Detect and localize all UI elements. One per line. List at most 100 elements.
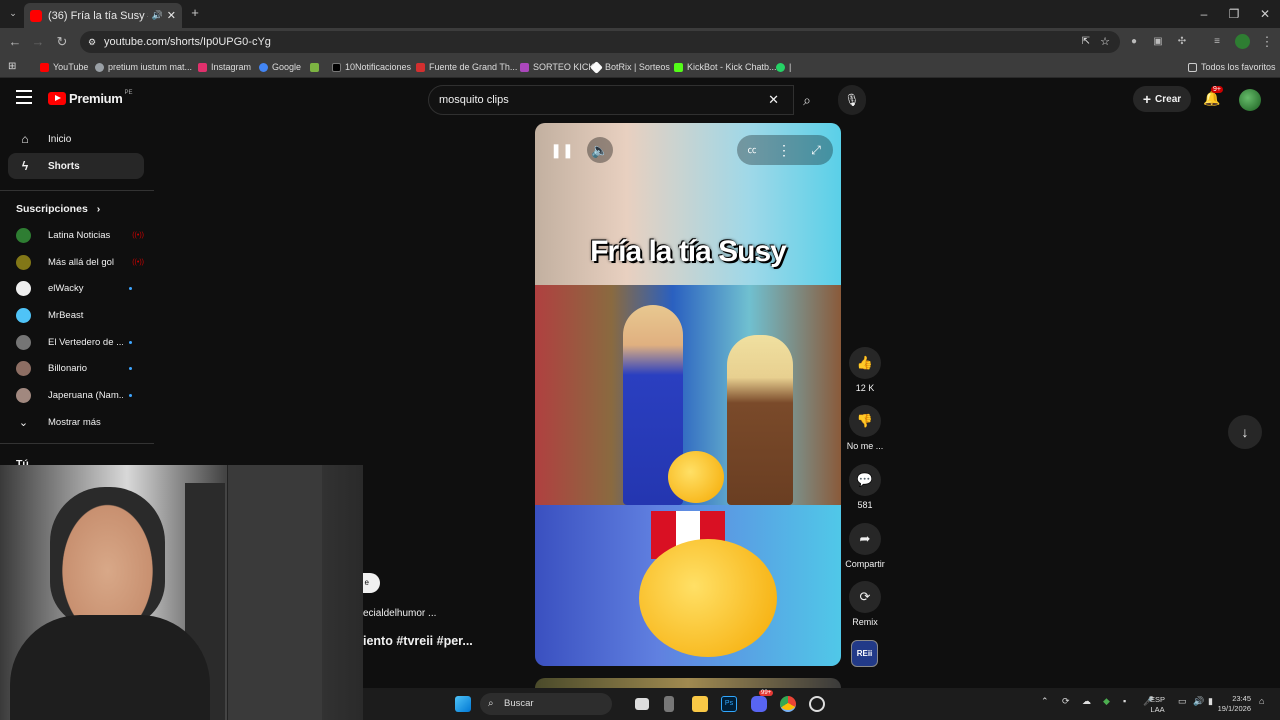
like-button[interactable]: 👍 12 K xyxy=(844,347,886,393)
apps-grid-icon[interactable]: ⊞ xyxy=(8,60,16,74)
profile-avatar[interactable] xyxy=(1235,34,1250,49)
search-icon[interactable]: ⌕ xyxy=(793,85,821,115)
sidebar-item-subscription[interactable]: MrBeast xyxy=(16,302,144,328)
webcam-person-head xyxy=(50,487,165,627)
restore-icon[interactable]: ❐ xyxy=(1219,4,1249,24)
install-icon[interactable]: ⇱ xyxy=(1082,31,1090,53)
speaker-icon[interactable]: 🔊 xyxy=(152,10,163,21)
window-close-icon[interactable]: ✕ xyxy=(1250,4,1280,24)
bookmark-botrix[interactable]: BotRix | Sorteos xyxy=(590,60,670,74)
tray-app-icon[interactable]: ☁ xyxy=(1082,696,1091,707)
comments-button[interactable]: 💬 581 xyxy=(844,464,886,510)
bookmark-instagram[interactable]: Instagram xyxy=(198,60,251,74)
notification-center-icon[interactable]: ⌂ xyxy=(1259,696,1264,706)
network-icon[interactable]: ▭ xyxy=(1178,696,1187,707)
app-icon[interactable] xyxy=(809,696,825,712)
input-language[interactable]: ESP LAA xyxy=(1150,695,1165,715)
subscriptions-heading[interactable]: Suscripciones › xyxy=(16,203,100,215)
bookmarks-bar: ⊞ YouTube pretium iustum mat... Instagra… xyxy=(0,56,1280,78)
sidebar-item-subscription[interactable]: Billonario xyxy=(16,355,144,381)
hamburger-menu-icon[interactable] xyxy=(16,90,32,104)
bookmark-youtube[interactable]: YouTube xyxy=(40,60,88,74)
bookmark-kickbot[interactable]: KickBot - Kick Chatb... xyxy=(674,60,777,74)
taskbar-search[interactable]: ⌕ Buscar xyxy=(480,693,612,715)
video-frame-middle xyxy=(535,285,841,505)
bookmark-whatsapp[interactable]: | xyxy=(776,60,791,74)
extensions-puzzle-icon[interactable]: ✣ xyxy=(1172,32,1192,52)
premium-wordmark: Premium xyxy=(69,91,123,106)
sidebar-item-subscription[interactable]: El Vertedero de ... xyxy=(16,329,144,355)
site-info-icon[interactable]: ⚙ xyxy=(88,31,96,53)
account-avatar[interactable] xyxy=(1239,89,1261,111)
browser-menu-icon[interactable]: ⋮ xyxy=(1257,32,1277,52)
sidebar-item-subscription[interactable]: elWacky xyxy=(16,275,144,301)
pause-icon[interactable]: ❚❚ xyxy=(549,137,575,163)
remix-button[interactable]: ⟳ Remix xyxy=(844,581,886,627)
windows-start-icon[interactable] xyxy=(455,696,471,712)
short-video-player[interactable]: Fría la tía Susy ❚❚ 🔈 ㏄ ⋮ ⤢ xyxy=(535,123,841,666)
video-caption: Fría la tía Susy xyxy=(590,235,787,268)
tray-app-icon[interactable]: ◆ xyxy=(1103,696,1110,707)
extension-icon[interactable]: ▣ xyxy=(1148,32,1168,52)
back-icon[interactable]: ← xyxy=(5,32,25,52)
share-button[interactable]: ➦ Compartir xyxy=(840,523,890,569)
tab-list-chevron-icon[interactable]: ⌄ xyxy=(6,6,20,20)
sidebar-item-home[interactable]: ⌂ Inicio xyxy=(8,126,144,152)
microphone-icon[interactable]: 🎙 xyxy=(838,85,866,115)
sidebar-item-subscription[interactable]: Latina Noticias ((•)) xyxy=(16,222,144,248)
more-options-icon[interactable]: ⋮ xyxy=(771,137,797,163)
all-bookmarks[interactable]: Todos los favoritos xyxy=(1188,60,1276,74)
battery-icon[interactable]: ▮ xyxy=(1208,696,1213,707)
tray-overflow-icon[interactable]: ⌃ xyxy=(1041,696,1049,707)
bookmark-pretium[interactable]: pretium iustum mat... xyxy=(95,60,192,74)
channel-avatar[interactable]: REii xyxy=(851,640,878,667)
bookmark-sorteo-kick[interactable]: SORTEO KICK xyxy=(520,60,594,74)
reload-icon[interactable]: ↻ xyxy=(52,32,72,52)
folder-icon xyxy=(1188,62,1197,72)
whatsapp-icon xyxy=(776,62,785,72)
bookmark-untitled[interactable] xyxy=(310,60,323,74)
show-more-button[interactable]: ⌄ Mostrar más xyxy=(16,409,144,435)
volume-icon[interactable]: 🔈 xyxy=(587,137,613,163)
file-explorer-icon[interactable] xyxy=(692,696,708,712)
sidebar-item-subscription[interactable]: Más allá del gol ((•)) xyxy=(16,249,144,275)
chrome-icon[interactable] xyxy=(780,696,796,712)
like-count: 12 K xyxy=(855,383,875,393)
bookmark-google[interactable]: Google xyxy=(259,60,301,74)
tab-close-icon[interactable]: ✕ xyxy=(167,9,176,22)
bookmark-10notificaciones[interactable]: 10Notificaciones xyxy=(332,60,411,74)
clear-search-icon[interactable]: ✕ xyxy=(768,86,779,114)
forward-icon[interactable]: → xyxy=(28,32,48,52)
clock[interactable]: 23:45 19/1/2026 xyxy=(1215,694,1251,714)
captions-icon[interactable]: ㏄ xyxy=(739,137,765,163)
extension-icon[interactable]: ● xyxy=(1124,32,1144,52)
bookmark-star-icon[interactable]: ☆ xyxy=(1100,31,1110,53)
minimize-icon[interactable]: – xyxy=(1189,4,1219,24)
sidebar-item-shorts[interactable]: ϟ Shorts xyxy=(8,153,144,179)
next-short-button[interactable]: ↓ xyxy=(1228,415,1262,449)
address-bar[interactable]: ⚙ youtube.com/shorts/Ip0UPG0-cYg ⇱ ☆ xyxy=(80,31,1120,53)
tray-app-icon[interactable]: ▪ xyxy=(1123,696,1126,706)
search-input[interactable]: mosquito clips ✕ xyxy=(428,85,794,115)
short-title[interactable]: iento #tvreii #per... xyxy=(363,634,473,648)
create-button[interactable]: + Crear xyxy=(1133,86,1191,112)
channel-avatar xyxy=(16,280,31,296)
youtube-logo[interactable]: Premium PE xyxy=(48,90,133,106)
photoshop-icon[interactable]: Ps xyxy=(721,696,737,712)
bookmark-gta-font[interactable]: Fuente de Grand Th... xyxy=(416,60,517,74)
tray-app-icon[interactable]: ⟳ xyxy=(1062,696,1070,707)
notifications-bell-icon[interactable]: 🔔 9+ xyxy=(1203,86,1223,107)
discord-icon[interactable]: 99+ xyxy=(751,690,774,712)
short-channel-name[interactable]: ecialdelhumor ... xyxy=(363,608,436,619)
app-icon[interactable] xyxy=(664,696,674,712)
browser-tab-active[interactable]: (36) Fría la tía Susy #cafent 🔊 ✕ xyxy=(24,3,182,28)
sidebar-item-subscription[interactable]: Japeruana (Nam... xyxy=(16,382,144,408)
tab-title: (36) Fría la tía Susy #cafent xyxy=(48,9,148,22)
volume-icon[interactable]: 🔊 xyxy=(1193,696,1204,707)
media-queue-icon[interactable]: ≡ xyxy=(1207,32,1227,52)
dislike-button[interactable]: 👎 No me ... xyxy=(842,405,888,451)
new-tab-button[interactable]: + xyxy=(188,5,202,23)
fullscreen-icon[interactable]: ⤢ xyxy=(803,137,829,163)
notification-count-badge: 9+ xyxy=(1211,86,1223,93)
task-view-icon[interactable] xyxy=(635,698,649,710)
